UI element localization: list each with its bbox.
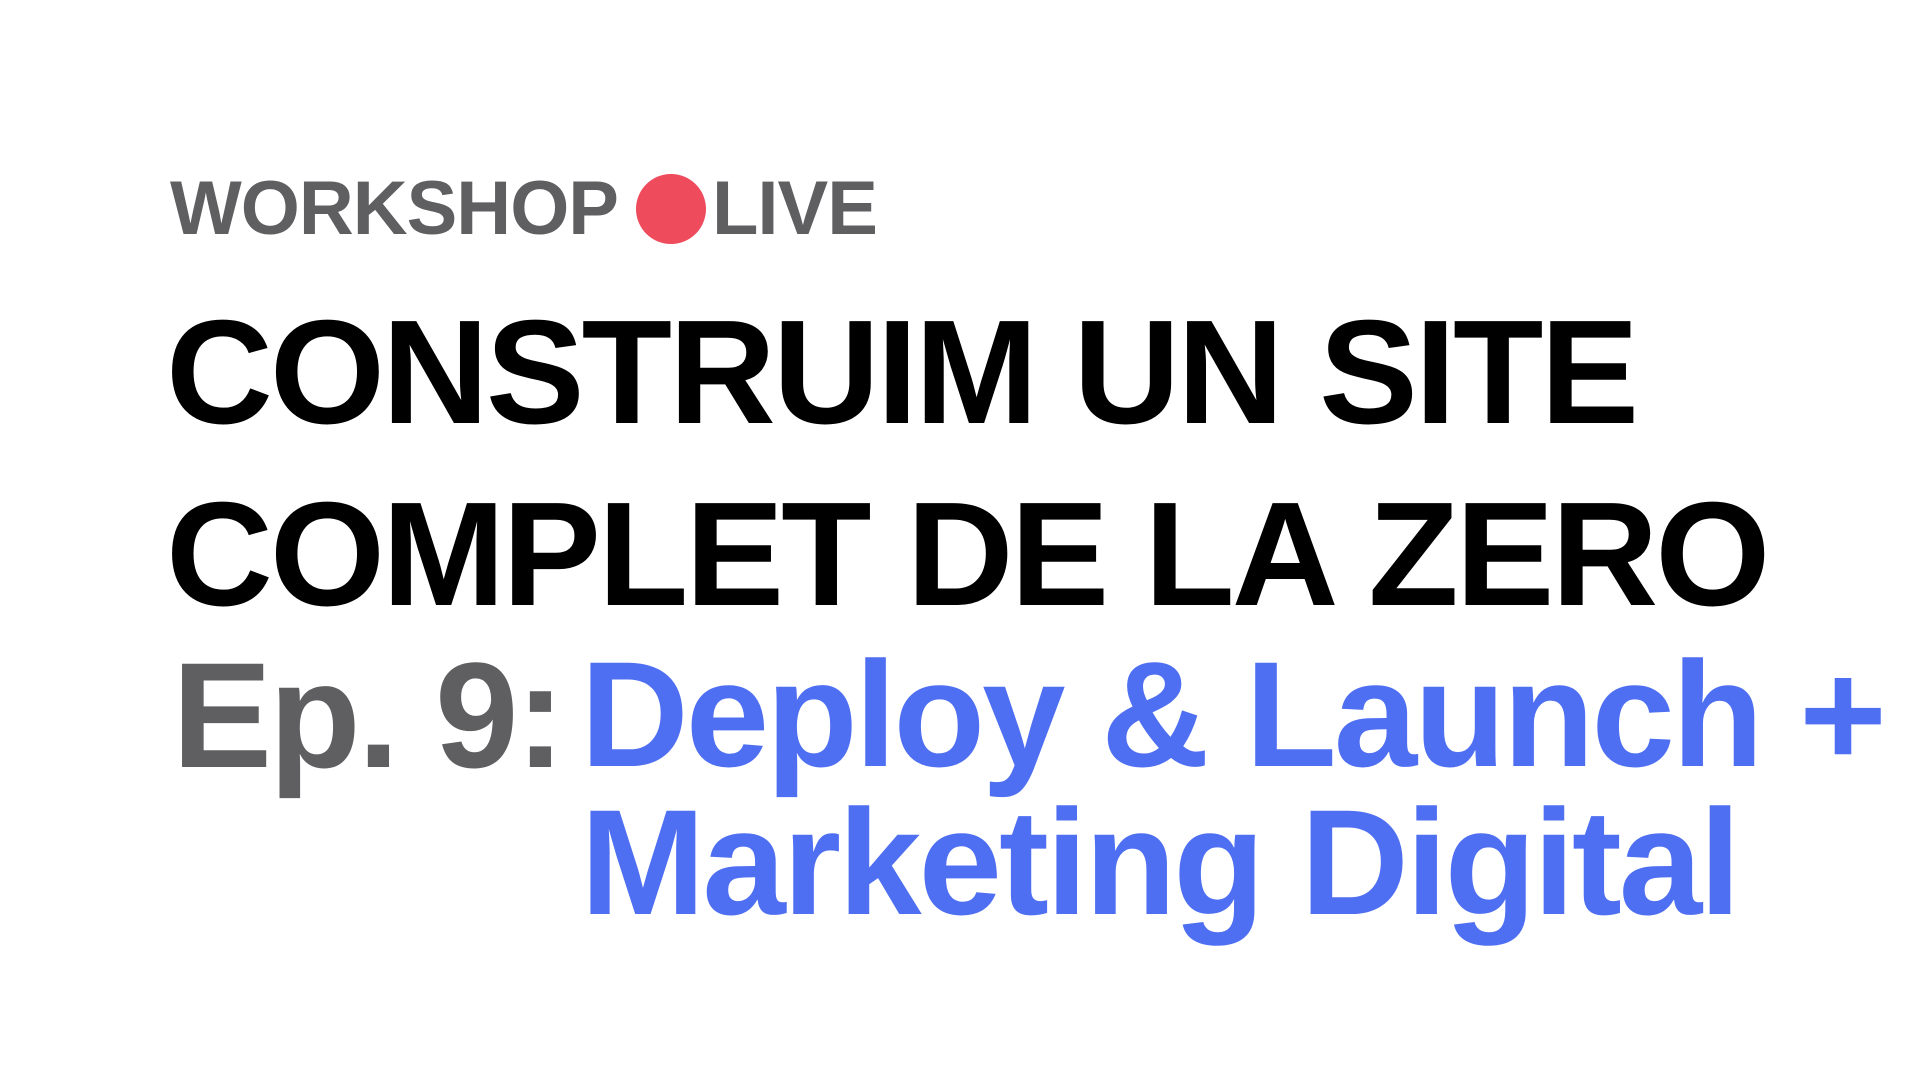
page-title: CONSTRUIM UN SITE COMPLET DE LA ZERO [166, 282, 1770, 646]
episode-title-line-2: Marketing Digital [580, 778, 1741, 946]
title-line-2: COMPLET DE LA ZERO [166, 472, 1770, 637]
live-dot-icon [636, 174, 706, 244]
workshop-live-badge: WORKSHOP LIVE [170, 166, 878, 251]
title-line-1: CONSTRUIM UN SITE [166, 290, 1639, 455]
episode-title: Deploy & Launch + Marketing Digital [580, 630, 1886, 946]
episode-heading: Ep. 9: Deploy & Launch + Marketing Digit… [172, 630, 1887, 946]
live-label: LIVE [712, 166, 878, 251]
episode-number: Ep. 9: [172, 631, 565, 799]
workshop-label: WORKSHOP [170, 166, 619, 251]
episode-title-line-1: Deploy & Launch + [580, 630, 1886, 798]
